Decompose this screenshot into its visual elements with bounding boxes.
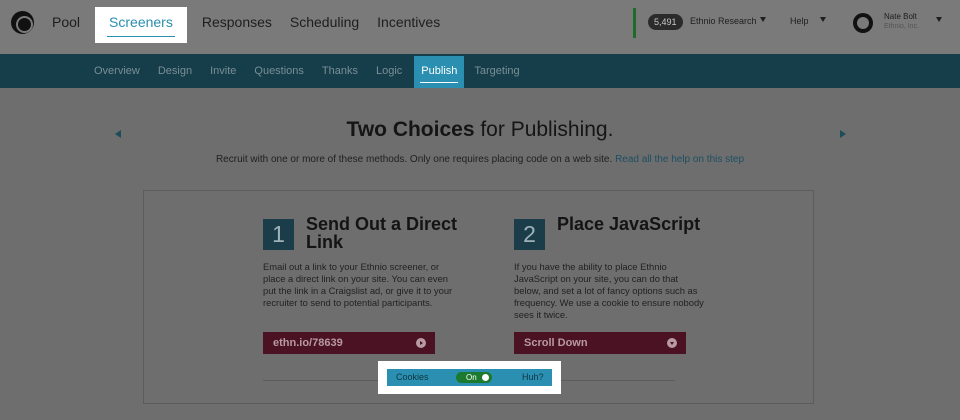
- avatar: [853, 13, 873, 33]
- page-title-rest: for Publishing.: [474, 118, 614, 141]
- help-link[interactable]: Read all the help on this step: [615, 154, 744, 165]
- option-number-badge: 1: [263, 219, 294, 250]
- sub-nav: Overview Design Invite Questions Thanks …: [94, 54, 538, 88]
- research-count-badge: 5,491: [648, 14, 683, 30]
- research-account-label: Ethnio Research: [690, 16, 757, 26]
- research-account-dropdown[interactable]: 5,491 Ethnio Research: [633, 8, 773, 38]
- top-navigation-bar: Pool Screeners Responses Scheduling Ince…: [0, 0, 960, 54]
- nav-item-scheduling[interactable]: Scheduling: [281, 0, 368, 44]
- tab-targeting[interactable]: Targeting: [474, 54, 519, 88]
- chevron-down-icon: [936, 17, 942, 22]
- user-name: Nate Bolt: [884, 12, 917, 21]
- page-subtitle: Recruit with one or more of these method…: [0, 154, 960, 165]
- page-title: Two Choices for Publishing.: [0, 118, 960, 142]
- tab-design[interactable]: Design: [158, 54, 192, 88]
- help-label: Help: [790, 16, 809, 26]
- cookies-setting: Cookies On Huh?: [378, 361, 561, 394]
- chevron-down-icon: [820, 17, 826, 22]
- chevron-down-icon: [760, 17, 766, 22]
- option-title: Place JavaScript: [557, 214, 701, 234]
- option-description: If you have the ability to place Ethnio …: [514, 261, 704, 320]
- cookies-toggle-label: On: [466, 373, 477, 382]
- tab-publish[interactable]: Publish: [414, 56, 465, 88]
- arrow-down-circle-icon: [667, 338, 677, 348]
- option-number-badge: 2: [514, 219, 545, 250]
- tab-logic[interactable]: Logic: [376, 54, 402, 88]
- cookies-toggle[interactable]: On: [456, 372, 492, 383]
- user-org: Ethnio, Inc.: [884, 23, 920, 30]
- cookies-label: Cookies: [396, 372, 429, 382]
- user-menu-dropdown[interactable]: Nate Bolt Ethnio, Inc.: [848, 8, 952, 38]
- cookies-help-link[interactable]: Huh?: [522, 372, 544, 382]
- tab-thanks[interactable]: Thanks: [322, 54, 358, 88]
- option-description: Email out a link to your Ethnio screener…: [263, 261, 453, 308]
- tab-overview[interactable]: Overview: [94, 54, 140, 88]
- nav-item-incentives[interactable]: Incentives: [368, 0, 449, 44]
- page-subtitle-text: Recruit with one or more of these method…: [215, 154, 613, 165]
- sub-navigation-bar: Overview Design Invite Questions Thanks …: [0, 54, 960, 88]
- page-title-bold: Two Choices: [346, 118, 475, 141]
- direct-link-label: ethn.io/78639: [273, 337, 343, 349]
- main-nav: Pool Screeners Responses Scheduling Ince…: [52, 0, 449, 44]
- option-title: Send Out a Direct Link: [306, 214, 458, 252]
- ethnio-logo-icon[interactable]: [11, 11, 34, 34]
- cookies-bar: Cookies On Huh?: [387, 369, 552, 386]
- tab-questions[interactable]: Questions: [254, 54, 304, 88]
- help-dropdown[interactable]: Help: [780, 8, 838, 38]
- nav-item-responses[interactable]: Responses: [193, 0, 281, 44]
- toggle-knob: [482, 374, 489, 381]
- scroll-down-button[interactable]: Scroll Down: [514, 332, 686, 354]
- tab-invite[interactable]: Invite: [210, 54, 236, 88]
- scroll-down-label: Scroll Down: [524, 337, 588, 349]
- direct-link-button[interactable]: ethn.io/78639: [263, 332, 435, 354]
- arrow-right-circle-icon: [416, 338, 426, 348]
- nav-item-screeners[interactable]: Screeners: [95, 7, 187, 43]
- nav-item-pool[interactable]: Pool: [52, 0, 89, 44]
